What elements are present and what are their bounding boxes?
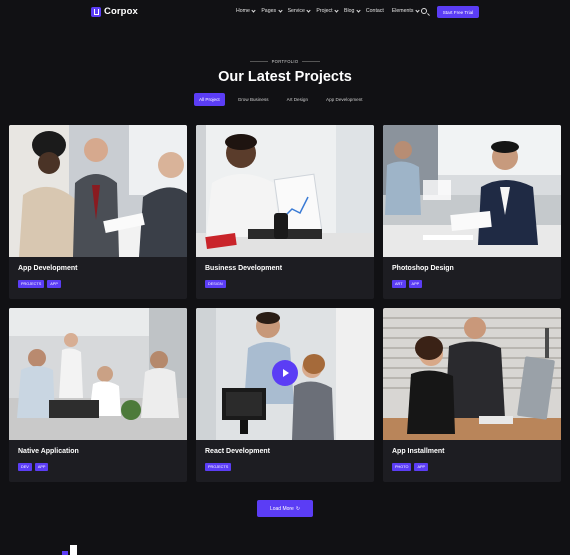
tag[interactable]: APP: [414, 463, 429, 471]
tag[interactable]: PHOTO: [392, 463, 412, 471]
project-tags: PROJECTS APP: [18, 280, 61, 288]
chevron-down-icon: [334, 7, 339, 13]
load-more-label: Load More: [269, 505, 294, 512]
project-image-meeting[interactable]: [9, 125, 187, 257]
filter-tab-grow-business[interactable]: Grow Business: [233, 93, 274, 106]
section-title: Our Latest Projects: [218, 69, 352, 85]
project-title[interactable]: Photoshop Design: [392, 265, 454, 272]
project-card[interactable]: Photoshop Design ART APP: [383, 125, 561, 299]
tag[interactable]: ART: [392, 280, 406, 288]
tag[interactable]: DEV: [18, 463, 32, 471]
project-title[interactable]: App Installment: [392, 448, 445, 455]
divider: [249, 61, 268, 62]
chevron-down-icon: [277, 7, 283, 13]
decor-square-white: [70, 545, 77, 555]
nav-label: Contact: [365, 8, 384, 14]
site-header: Corpox Home Pages Service Project Blog C…: [0, 0, 570, 26]
nav-item-contact[interactable]: Contact: [366, 8, 384, 14]
nav-item-blog[interactable]: Blog: [344, 7, 361, 14]
project-title[interactable]: Business Development: [205, 265, 282, 272]
nav-item-pages[interactable]: Pages: [261, 7, 283, 14]
logo[interactable]: Corpox: [91, 6, 138, 17]
nav-item-service[interactable]: Service: [287, 7, 311, 14]
section-eyebrow: PORTFOLIO: [0, 59, 570, 64]
tag[interactable]: PROJECTS: [18, 280, 45, 288]
tag[interactable]: APP: [408, 280, 423, 288]
project-tags: DESIGN: [205, 280, 226, 288]
project-tags: PROJECTS: [205, 463, 232, 471]
project-card[interactable]: App Installment PHOTO APP: [383, 308, 561, 482]
filter-tab-art-design[interactable]: Art Design: [282, 93, 313, 106]
nav-label: Service: [287, 8, 305, 14]
project-card[interactable]: App Development PROJECTS APP: [9, 125, 187, 299]
tag[interactable]: APP: [34, 463, 49, 471]
chevron-down-icon: [356, 7, 361, 13]
load-more-button[interactable]: Load More ↻: [257, 500, 313, 517]
tag[interactable]: DESIGN: [205, 280, 226, 288]
project-image-analyst[interactable]: [196, 125, 374, 257]
logo-mark-icon: [91, 6, 101, 17]
project-title[interactable]: Native Application: [18, 448, 79, 455]
project-title[interactable]: App Development: [18, 265, 78, 272]
refresh-icon: ↻: [295, 505, 301, 512]
project-image-couple-computer[interactable]: [383, 308, 561, 440]
nav-label: Elements: [391, 8, 414, 14]
chevron-down-icon: [306, 7, 311, 13]
tag[interactable]: PROJECTS: [205, 463, 232, 471]
nav-label: Blog: [344, 8, 355, 14]
project-tags: DEV APP: [18, 463, 49, 471]
project-image-developers[interactable]: [196, 308, 374, 440]
project-card[interactable]: Native Application DEV APP: [9, 308, 187, 482]
nav-item-home[interactable]: Home: [236, 7, 256, 14]
nav-label: Pages: [261, 8, 277, 14]
project-card[interactable]: React Development PROJECTS: [196, 308, 374, 482]
project-tags: PHOTO APP: [392, 463, 429, 471]
nav-item-elements[interactable]: Elements: [391, 7, 420, 14]
nav-label: Project: [316, 8, 333, 14]
filter-tab-app-development[interactable]: App Development: [321, 93, 368, 106]
chevron-down-icon: [251, 7, 256, 13]
start-free-trial-button[interactable]: Start Free Trial: [437, 6, 479, 18]
filter-tabs: All Project Grow Business Art Design App…: [194, 93, 376, 106]
page: Corpox Home Pages Service Project Blog C…: [0, 0, 570, 555]
search-icon[interactable]: [421, 8, 427, 14]
divider: [302, 61, 321, 62]
project-title[interactable]: React Development: [205, 448, 270, 455]
project-tags: ART APP: [392, 280, 423, 288]
chevron-down-icon: [415, 7, 420, 13]
eyebrow-text: PORTFOLIO: [271, 59, 299, 64]
decor-square-accent: [62, 551, 68, 555]
play-video-button[interactable]: [272, 360, 298, 386]
tag[interactable]: APP: [47, 280, 61, 288]
nav-label: Home: [236, 8, 250, 14]
logo-text: Corpox: [104, 6, 138, 17]
project-image-office[interactable]: [383, 125, 561, 257]
nav-item-project[interactable]: Project: [316, 7, 339, 14]
filter-tab-all-project[interactable]: All Project: [194, 93, 225, 106]
main-nav: Home Pages Service Project Blog Contact …: [236, 7, 420, 14]
project-image-team[interactable]: [9, 308, 187, 440]
project-card[interactable]: Business Development DESIGN: [196, 125, 374, 299]
